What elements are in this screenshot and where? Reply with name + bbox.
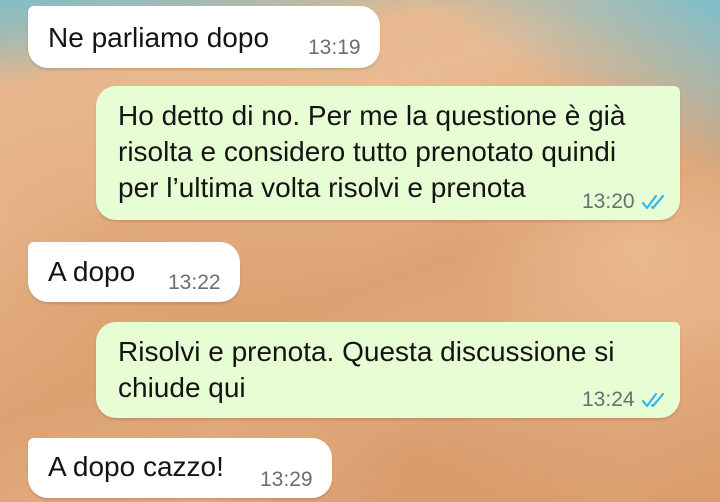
message-meta: 13:24: [582, 388, 669, 412]
message-bubble-outgoing[interactable]: Ho detto di no. Per me la questione è gi…: [96, 86, 680, 220]
message-time: 13:19: [308, 36, 361, 59]
double-check-read-icon: [641, 194, 664, 210]
message-text: A dopo cazzo!: [48, 451, 224, 482]
message-meta: 13:29: [260, 468, 313, 492]
message-meta: 13:19: [308, 36, 361, 60]
message-time: 13:20: [582, 190, 635, 213]
message-bubble-outgoing[interactable]: Risolvi e prenota. Questa discussione si…: [96, 322, 680, 418]
message-text: Ne parliamo dopo: [48, 22, 270, 53]
message-bubble-incoming[interactable]: A dopo cazzo! 13:29: [28, 438, 332, 498]
message-time: 13:24: [582, 388, 635, 411]
double-check-read-icon: [641, 392, 664, 408]
message-bubble-incoming[interactable]: Ne parliamo dopo 13:19: [28, 6, 380, 68]
message-text: A dopo: [48, 256, 136, 287]
message-bubble-incoming[interactable]: A dopo 13:22: [28, 242, 240, 302]
message-time: 13:22: [168, 271, 221, 294]
message-meta: 13:22: [168, 271, 221, 295]
message-meta: 13:20: [582, 190, 669, 214]
message-time: 13:29: [260, 468, 313, 491]
